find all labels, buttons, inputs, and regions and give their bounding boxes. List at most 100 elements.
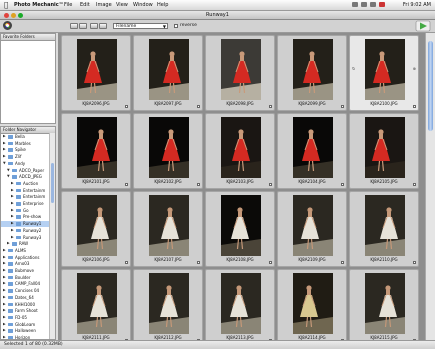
- menu-edit[interactable]: Edit: [80, 2, 90, 8]
- photo-thumbnail[interactable]: [293, 117, 333, 178]
- tag-checkbox[interactable]: [268, 182, 272, 186]
- menu-image[interactable]: Image: [96, 2, 112, 8]
- disclosure-closed-icon[interactable]: ▶: [3, 322, 6, 328]
- folder-tree-item[interactable]: ▶ Pre-show: [1, 214, 51, 220]
- folder-tree-item[interactable]: ▶ FD-05: [1, 315, 51, 321]
- folder-tree-item[interactable]: ▶ Entertainm: [1, 194, 51, 200]
- tag-checkbox[interactable]: [124, 104, 128, 108]
- tag-checkbox[interactable]: [124, 182, 128, 186]
- disclosure-closed-icon[interactable]: ▶: [11, 221, 14, 227]
- info-icon[interactable]: ⊕: [413, 66, 416, 72]
- folder-tree-item[interactable]: ▶ Bubmove: [1, 268, 51, 274]
- menu-window[interactable]: Window: [133, 2, 153, 8]
- disclosure-closed-icon[interactable]: ▶: [3, 275, 6, 281]
- folder-tree-item[interactable]: ▶ Arno03: [1, 261, 51, 267]
- navigator-scroll-thumb[interactable]: [50, 163, 54, 203]
- navigator-scrollbar[interactable]: [49, 133, 55, 339]
- disclosure-closed-icon[interactable]: ▶: [11, 228, 14, 234]
- menu-app[interactable]: Photo Mechanic™: [14, 2, 64, 8]
- disclosure-closed-icon[interactable]: ▶: [3, 308, 6, 314]
- photo-thumbnail-cell[interactable]: KJ8A2114.JPG: [277, 269, 347, 340]
- next-button[interactable]: [79, 23, 87, 29]
- apple-icon[interactable]: : [4, 1, 8, 9]
- disclosure-open-icon[interactable]: ▼: [7, 174, 10, 180]
- previous-button[interactable]: [70, 23, 78, 29]
- folder-tree-item[interactable]: ▶ Go: [1, 208, 51, 214]
- tag-checkbox[interactable]: [268, 104, 272, 108]
- disclosure-closed-icon[interactable]: ▶: [3, 248, 6, 254]
- photo-thumbnail-cell[interactable]: KJ8A2105.JPG: [349, 113, 419, 189]
- folder-tree-item[interactable]: ▶ RAW: [1, 241, 51, 247]
- tag-checkbox[interactable]: [340, 260, 344, 264]
- disclosure-open-icon[interactable]: ▼: [7, 168, 10, 174]
- folder-tree-item[interactable]: ▶ Concises 04: [1, 288, 51, 294]
- disclosure-closed-icon[interactable]: ▶: [11, 181, 14, 187]
- disclosure-open-icon[interactable]: ▼: [3, 161, 6, 167]
- photo-thumbnail[interactable]: [149, 195, 189, 256]
- menu-view[interactable]: View: [116, 2, 128, 8]
- photo-thumbnail[interactable]: [365, 39, 405, 100]
- contact-sheet-scroll-thumb[interactable]: [428, 41, 433, 131]
- photo-thumbnail-cell[interactable]: KJ8A2115.JPG: [349, 269, 419, 340]
- folder-tree-item[interactable]: ▶ Zlif: [1, 154, 51, 160]
- photo-thumbnail[interactable]: [221, 117, 261, 178]
- photo-thumbnail[interactable]: [293, 273, 333, 334]
- folder-tree-item[interactable]: ▶ Auction: [1, 181, 51, 187]
- photo-thumbnail-cell[interactable]: KJ8A2100.JPG ↻ ⊕: [349, 35, 419, 111]
- folder-tree-item[interactable]: ▶ Runway2: [1, 228, 51, 234]
- rotate-button[interactable]: [90, 23, 98, 29]
- folder-tree-item[interactable]: ▶ Dates_64: [1, 295, 51, 301]
- tag-checkbox[interactable]: [412, 104, 416, 108]
- photo-thumbnail[interactable]: [365, 195, 405, 256]
- tag-checkbox[interactable]: [196, 260, 200, 264]
- photo-thumbnail-cell[interactable]: KJ8A2106.JPG: [61, 191, 131, 267]
- folder-tree-item[interactable]: ▶ Farm Shoot: [1, 308, 51, 314]
- photo-thumbnail-cell[interactable]: KJ8A2097.JPG: [133, 35, 203, 111]
- disclosure-closed-icon[interactable]: ▶: [3, 134, 6, 140]
- photo-thumbnail[interactable]: [293, 195, 333, 256]
- tag-checkbox[interactable]: [412, 182, 416, 186]
- disclosure-closed-icon[interactable]: ▶: [11, 188, 14, 194]
- folder-tree-item[interactable]: ▶ Bella: [1, 134, 51, 140]
- folder-tree-item[interactable]: ▶ Marbles: [1, 141, 51, 147]
- photo-thumbnail[interactable]: [77, 117, 117, 178]
- photo-thumbnail[interactable]: [149, 117, 189, 178]
- flag-icon[interactable]: [379, 2, 385, 7]
- disclosure-closed-icon[interactable]: ▶: [3, 295, 6, 301]
- reverse-checkbox[interactable]: [174, 24, 178, 28]
- menubar-clock[interactable]: Fri 9:02 AM: [403, 2, 431, 8]
- folder-tree-item[interactable]: ▶ Runway3: [1, 235, 51, 241]
- folder-tree-item[interactable]: ▼ ADCO_Paper: [1, 168, 51, 174]
- folder-tree-item[interactable]: ▶ KHHI1000: [1, 302, 51, 308]
- tag-checkbox[interactable]: [196, 182, 200, 186]
- disclosure-closed-icon[interactable]: ▶: [3, 328, 6, 334]
- window-titlebar[interactable]: Runway1: [0, 11, 435, 20]
- disclosure-closed-icon[interactable]: ▶: [11, 201, 14, 207]
- photo-thumbnail-cell[interactable]: KJ8A2110.JPG: [349, 191, 419, 267]
- tag-checkbox[interactable]: [268, 260, 272, 264]
- photo-thumbnail-cell[interactable]: KJ8A2103.JPG: [205, 113, 275, 189]
- photo-thumbnail[interactable]: [77, 273, 117, 334]
- folder-tree-item[interactable]: ▶ Halloween: [1, 328, 51, 334]
- folder-tree-item[interactable]: ▶ GlobLeam: [1, 322, 51, 328]
- disclosure-closed-icon[interactable]: ▶: [3, 288, 6, 294]
- folder-tree-item[interactable]: ▶ Enterprise: [1, 201, 51, 207]
- tag-button[interactable]: [99, 23, 107, 29]
- disclosure-closed-icon[interactable]: ▶: [3, 261, 6, 267]
- disclosure-closed-icon[interactable]: ▶: [11, 208, 14, 214]
- menu-file[interactable]: File: [64, 2, 72, 8]
- disclosure-closed-icon[interactable]: ▶: [3, 147, 6, 153]
- photo-thumbnail-cell[interactable]: KJ8A2108.JPG: [205, 191, 275, 267]
- folder-tree-item[interactable]: ▶ Applications: [1, 255, 51, 261]
- photo-thumbnail[interactable]: [221, 273, 261, 334]
- photo-thumbnail-cell[interactable]: KJ8A2113.JPG: [205, 269, 275, 340]
- disclosure-closed-icon[interactable]: ▶: [11, 194, 14, 200]
- disclosure-closed-icon[interactable]: ▶: [3, 268, 6, 274]
- photo-thumbnail[interactable]: [149, 273, 189, 334]
- bluetooth-icon[interactable]: [352, 2, 358, 7]
- folder-tree-item[interactable]: ▶ CAMP_Fall04: [1, 281, 51, 287]
- disclosure-closed-icon[interactable]: ▶: [3, 154, 6, 160]
- photo-thumbnail[interactable]: [221, 39, 261, 100]
- photo-thumbnail-cell[interactable]: KJ8A2096.JPG: [61, 35, 131, 111]
- photo-thumbnail[interactable]: [365, 117, 405, 178]
